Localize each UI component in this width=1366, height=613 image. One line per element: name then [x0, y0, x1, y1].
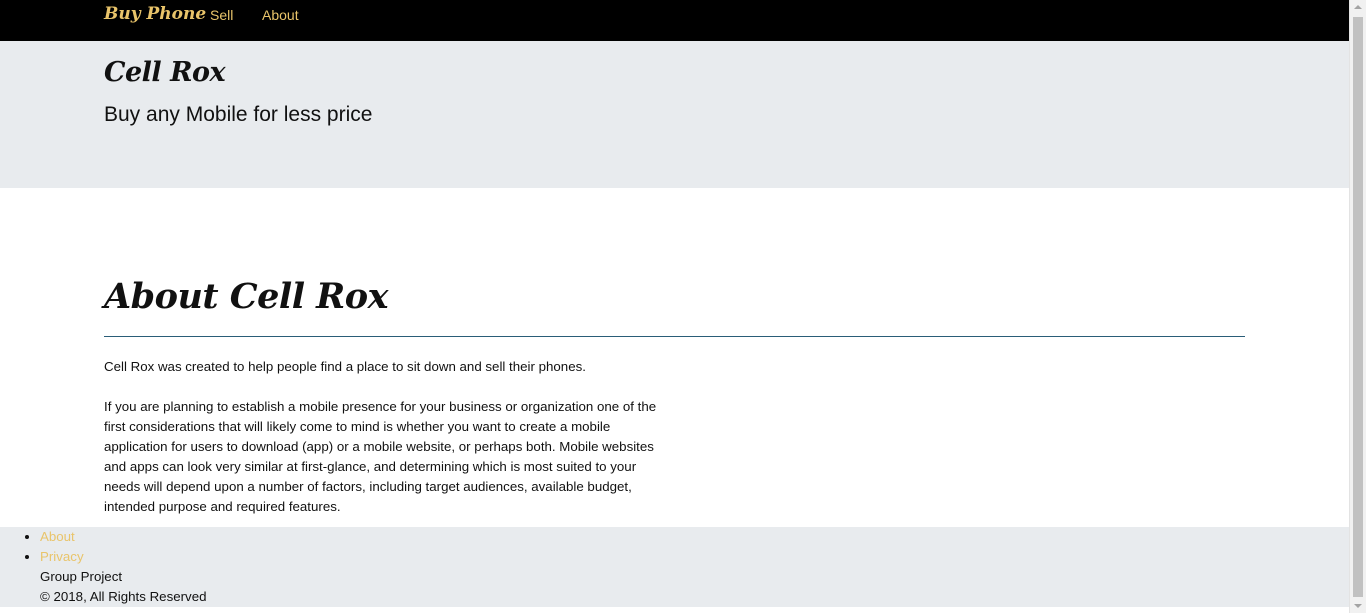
top-navbar: Buy Phone Sell About: [0, 0, 1349, 41]
site-title: Cell Rox: [104, 57, 226, 88]
footer-list-item: Privacy: [40, 547, 84, 567]
scrollbar-thumb[interactable]: [1353, 17, 1363, 597]
about-paragraph-details: If you are planning to establish a mobil…: [104, 399, 657, 514]
jumbotron: Cell Rox Buy any Mobile for less price: [0, 41, 1349, 188]
brand-link[interactable]: Buy Phone: [104, 4, 206, 24]
nav-link-sell[interactable]: Sell: [210, 7, 233, 23]
nav-link-about[interactable]: About: [262, 7, 299, 23]
footer-links: About Privacy: [0, 527, 84, 567]
footer: About Privacy Group Project © 2018, All …: [0, 527, 1349, 607]
page: Buy Phone Sell About Cell Rox Buy any Mo…: [0, 0, 1349, 613]
footer-link-privacy[interactable]: Privacy: [40, 549, 84, 564]
footer-list-item: About: [40, 527, 84, 547]
footer-link-about[interactable]: About: [40, 529, 75, 544]
heading-divider: [104, 336, 1245, 337]
scroll-down-arrow-icon[interactable]: [1354, 604, 1362, 608]
scroll-up-arrow-icon[interactable]: [1354, 5, 1362, 9]
site-tagline: Buy any Mobile for less price: [104, 103, 373, 126]
about-paragraph-intro: Cell Rox was created to help people find…: [104, 359, 586, 374]
vertical-scrollbar[interactable]: [1349, 0, 1366, 613]
footer-copyright: © 2018, All Rights Reserved: [40, 589, 207, 604]
footer-group-text: Group Project: [40, 569, 123, 584]
page-title: About Cell Rox: [104, 276, 388, 317]
